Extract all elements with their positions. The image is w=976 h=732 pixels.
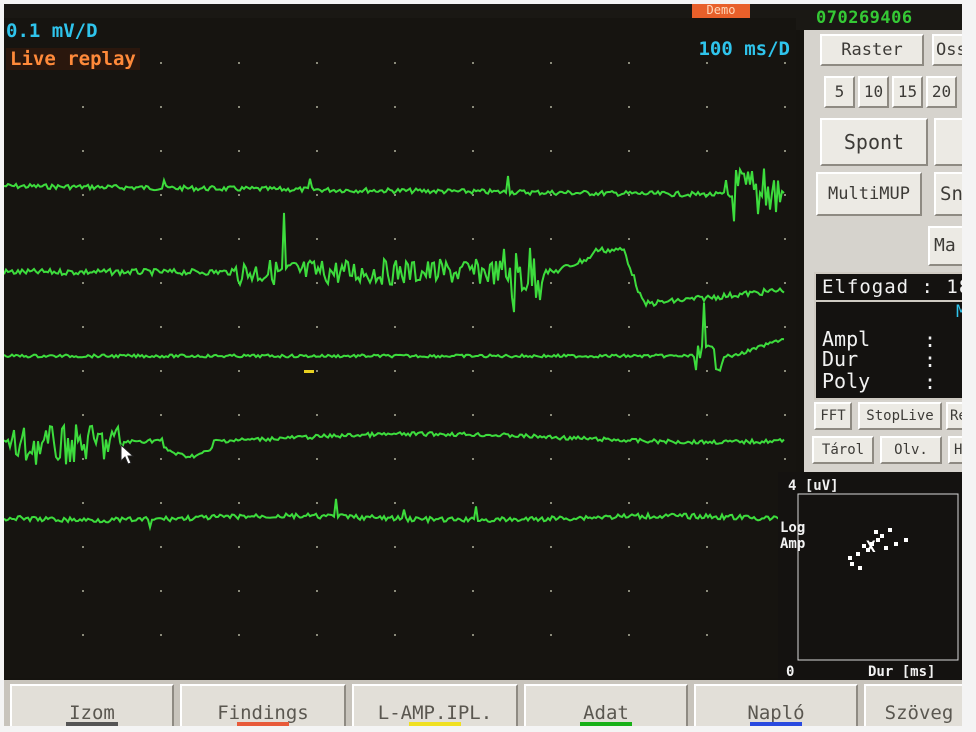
control-panel: Raster Oss 5 10 15 20 Spont MultiMUP Sn … <box>804 30 962 474</box>
scatter-y-max-label: 4 [uV] <box>788 478 839 494</box>
raster-button[interactable]: Raster <box>820 34 924 66</box>
raster-20-button[interactable]: 20 <box>926 76 957 108</box>
accepted-value: 18 <box>946 276 962 298</box>
log-key[interactable]: Napló <box>694 684 858 726</box>
scatter-point <box>876 538 880 542</box>
trigger-marker <box>304 370 314 373</box>
text-key[interactable]: Szöveg <box>864 684 962 726</box>
oscilloscope-button[interactable]: Oss <box>932 34 962 66</box>
findings-key-label: Findings <box>217 702 309 724</box>
scatter-point <box>850 562 854 566</box>
log-key-color-bar <box>750 722 802 726</box>
mup-info-box: Elfogad : 18 M Ampl Dur Poly : : : 2 <box>814 272 962 400</box>
scatter-x-axis-label: Dur [ms] <box>868 664 936 680</box>
function-key-bar: Izom Findings L-AMP.IPL. Adat Napló Szöv… <box>4 680 962 726</box>
scatter-points <box>848 528 908 570</box>
amp-duration-scatter-plot: X 4 [uV] Log Amp 0 Dur [ms] <box>778 472 962 682</box>
l-amp-ipl-key-color-bar <box>409 722 461 726</box>
data-key[interactable]: Adat <box>524 684 688 726</box>
log-key-label: Napló <box>747 702 805 724</box>
stop-live-button[interactable]: StopLive <box>858 402 942 430</box>
mean-marker: X <box>866 537 876 556</box>
info-divider <box>816 300 962 302</box>
multimup-button[interactable]: MultiMUP <box>816 172 922 216</box>
scatter-point <box>884 546 888 550</box>
emg-monitor-screen: Demo 070269406 0.1 mV/D Live replay 100 … <box>4 4 962 726</box>
unlabeled-button[interactable] <box>934 118 962 166</box>
dur-separator: : <box>924 348 937 372</box>
scatter-point <box>856 552 860 556</box>
scatter-y-axis-label: Log Amp <box>780 520 806 552</box>
accepted-count: Elfogad : 18 <box>822 276 962 298</box>
raster-15-button[interactable]: 15 <box>892 76 923 108</box>
replay-mode-label: Live replay <box>6 48 140 70</box>
raster-5-button[interactable]: 5 <box>824 76 855 108</box>
scatter-point <box>874 530 878 534</box>
poly-label: Poly <box>822 369 871 393</box>
scatter-point <box>894 542 898 546</box>
info-corner-label: M <box>956 302 962 322</box>
findings-key[interactable]: Findings <box>180 684 346 726</box>
muscle-key-color-bar <box>66 722 118 726</box>
l-amp-ipl-key-label: L-AMP.IPL. <box>377 702 493 724</box>
timebase-label: 100 ms/D <box>698 38 790 60</box>
scatter-point <box>888 528 892 532</box>
scatter-y-zero-label: 0 <box>786 664 795 680</box>
scatter-point <box>904 538 908 542</box>
read-button[interactable]: Olv. <box>880 436 942 464</box>
l-amp-ipl-key[interactable]: L-AMP.IPL. <box>352 684 518 726</box>
trace-line-2 <box>4 212 785 313</box>
scatter-plot-area: X <box>797 493 959 661</box>
fft-button[interactable]: FFT <box>814 402 852 430</box>
amplitude-scale-label: 0.1 mV/D <box>6 20 98 42</box>
mouse-pointer-icon <box>120 444 135 465</box>
emg-trace-area: 0.1 mV/D Live replay 100 ms/D <box>4 18 796 678</box>
scatter-point <box>848 556 852 560</box>
h-button[interactable]: H <box>948 436 962 464</box>
snap-button[interactable]: Sn <box>934 172 962 216</box>
scatter-point <box>858 566 862 570</box>
store-button[interactable]: Tárol <box>812 436 874 464</box>
muscle-key[interactable]: Izom <box>10 684 174 726</box>
re-button[interactable]: Re <box>946 402 962 430</box>
text-key-label: Szöveg <box>884 702 954 724</box>
accepted-label: Elfogad : <box>822 276 934 298</box>
mark-button[interactable]: Ma <box>928 226 962 266</box>
data-key-label: Adat <box>583 702 629 724</box>
findings-key-color-bar <box>237 722 289 726</box>
muscle-key-label: Izom <box>69 702 115 724</box>
spont-button[interactable]: Spont <box>820 118 928 166</box>
emg-traces <box>4 62 786 636</box>
trace-line-3 <box>4 302 785 372</box>
study-id: 070269406 <box>816 8 913 28</box>
scatter-point <box>880 534 884 538</box>
demo-badge: Demo <box>692 4 750 18</box>
raster-10-button[interactable]: 10 <box>858 76 889 108</box>
dur-label: Dur <box>822 347 859 371</box>
data-key-color-bar <box>580 722 632 726</box>
poly-separator: : <box>924 370 937 394</box>
grid-dots <box>82 62 786 636</box>
